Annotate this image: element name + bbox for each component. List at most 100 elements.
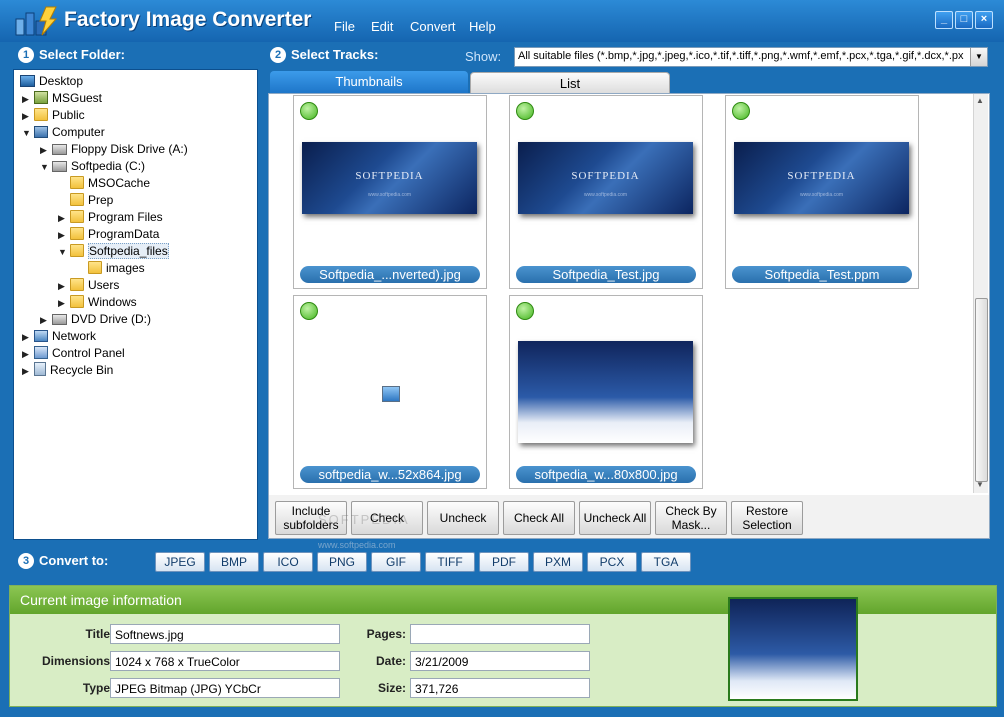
step-1-badge: 1 bbox=[18, 47, 34, 63]
tree-item-control-panel[interactable]: ▶ Control Panel bbox=[22, 345, 125, 362]
checked-icon[interactable] bbox=[300, 102, 318, 120]
date-field: 3/21/2009 bbox=[410, 651, 590, 671]
maximize-button[interactable]: □ bbox=[955, 11, 973, 29]
checked-icon[interactable] bbox=[516, 102, 534, 120]
tree-item-msguest[interactable]: ▶ MSGuest bbox=[22, 90, 102, 107]
format-tiff-button[interactable]: TIFF bbox=[425, 552, 475, 572]
format-pcx-button[interactable]: PCX bbox=[587, 552, 637, 572]
format-bmp-button[interactable]: BMP bbox=[209, 552, 259, 572]
tree-item-programdata[interactable]: ▶ ProgramData bbox=[58, 226, 159, 243]
thumbnail-card[interactable]: SOFTPEDIA www.softpedia.com Softpedia_Tes… bbox=[509, 95, 703, 289]
folder-icon bbox=[70, 278, 84, 291]
uncheck-button[interactable]: Uncheck bbox=[427, 501, 499, 535]
uncheck-all-button[interactable]: Uncheck All bbox=[579, 501, 651, 535]
checked-icon[interactable] bbox=[300, 302, 318, 320]
tree-item-users[interactable]: ▶ Users bbox=[58, 277, 119, 294]
show-filter-select[interactable]: All suitable files (*.bmp,*.jpg,*.jpeg,*… bbox=[514, 47, 988, 67]
tree-item-network[interactable]: ▶ Network bbox=[22, 328, 96, 345]
tree-item-windows[interactable]: ▶ Windows bbox=[58, 294, 137, 311]
image-placeholder-icon bbox=[382, 386, 400, 402]
format-pdf-button[interactable]: PDF bbox=[479, 552, 529, 572]
expand-arrow-icon[interactable]: ▶ bbox=[58, 227, 70, 244]
type-label: Type: bbox=[82, 681, 114, 695]
expand-arrow-icon[interactable]: ▶ bbox=[22, 91, 34, 108]
format-jpeg-button[interactable]: JPEG bbox=[155, 552, 205, 572]
scroll-thumb[interactable] bbox=[975, 298, 988, 482]
thumbnail-scrollbar[interactable]: ▲ ▼ bbox=[973, 94, 988, 493]
thumbnail-grid: SOFTPEDIA www.softpedia.com Softpedia_...… bbox=[268, 93, 990, 496]
thumbnail-caption: Softpedia_Test.jpg bbox=[516, 266, 696, 283]
restore-selection-button[interactable]: Restore Selection bbox=[731, 501, 803, 535]
pages-label: Pages: bbox=[366, 627, 406, 641]
check-all-button[interactable]: Check All bbox=[503, 501, 575, 535]
menu-help[interactable]: Help bbox=[469, 19, 496, 34]
expand-arrow-icon[interactable]: ▶ bbox=[40, 312, 52, 329]
menu-file[interactable]: File bbox=[334, 19, 355, 34]
tree-item-dvd[interactable]: ▶ DVD Drive (D:) bbox=[40, 311, 151, 328]
title-field: Softnews.jpg bbox=[110, 624, 340, 644]
collapse-arrow-icon[interactable]: ▼ bbox=[22, 125, 34, 142]
scroll-down-icon[interactable]: ▼ bbox=[976, 480, 984, 489]
folder-icon bbox=[70, 193, 84, 206]
expand-arrow-icon[interactable]: ▶ bbox=[22, 346, 34, 363]
collapse-arrow-icon[interactable]: ▼ bbox=[58, 244, 70, 261]
checked-icon[interactable] bbox=[516, 302, 534, 320]
thumbnail-caption: softpedia_w...52x864.jpg bbox=[300, 466, 480, 483]
expand-arrow-icon[interactable]: ▶ bbox=[58, 210, 70, 227]
tree-item-recycle-bin[interactable]: ▶ Recycle Bin bbox=[22, 362, 113, 379]
user-icon bbox=[34, 91, 48, 104]
minimize-button[interactable]: _ bbox=[935, 11, 953, 29]
thumbnail-card[interactable]: softpedia_w...80x800.jpg bbox=[509, 295, 703, 489]
tab-list[interactable]: List bbox=[470, 72, 670, 94]
close-button[interactable]: × bbox=[975, 11, 993, 29]
tree-item-prep[interactable]: Prep bbox=[58, 192, 113, 209]
thumbnail-caption: Softpedia_Test.ppm bbox=[732, 266, 912, 283]
collapse-arrow-icon[interactable]: ▼ bbox=[40, 159, 52, 176]
folder-tree[interactable]: Desktop ▶ MSGuest ▶ Public ▼ Computer ▶ Flop… bbox=[13, 69, 258, 540]
expand-arrow-icon[interactable]: ▶ bbox=[58, 295, 70, 312]
type-field: JPEG Bitmap (JPG) YCbCr bbox=[110, 678, 340, 698]
thumbnail-image bbox=[518, 341, 693, 443]
watermark-text: SOFTPEDIA bbox=[318, 512, 410, 527]
format-gif-button[interactable]: GIF bbox=[371, 552, 421, 572]
tree-item-softpedia-files[interactable]: ▼ Softpedia_files bbox=[58, 243, 169, 260]
dimensions-field: 1024 x 768 x TrueColor bbox=[110, 651, 340, 671]
tab-thumbnails[interactable]: Thumbnails bbox=[270, 71, 468, 93]
size-label: Size: bbox=[377, 681, 406, 695]
check-by-mask-button[interactable]: Check By Mask... bbox=[655, 501, 727, 535]
expand-arrow-icon[interactable]: ▶ bbox=[40, 142, 52, 159]
chevron-down-icon[interactable]: ▼ bbox=[970, 48, 987, 66]
expand-arrow-icon[interactable]: ▶ bbox=[22, 329, 34, 346]
menu-convert[interactable]: Convert bbox=[410, 19, 456, 34]
thumbnail-image: SOFTPEDIA www.softpedia.com bbox=[302, 142, 477, 214]
show-filter-value: All suitable files (*.bmp,*.jpg,*.jpeg,*… bbox=[518, 50, 964, 62]
dimensions-label: Dimensions: bbox=[41, 654, 114, 668]
thumbnail-card[interactable]: SOFTPEDIA www.softpedia.com Softpedia_...… bbox=[293, 95, 487, 289]
title-label: Title: bbox=[85, 627, 114, 641]
folder-icon bbox=[70, 176, 84, 189]
thumbnail-card[interactable]: SOFTPEDIA www.softpedia.com Softpedia_Tes… bbox=[725, 95, 919, 289]
tree-item-softpedia-c[interactable]: ▼ Softpedia (C:) bbox=[40, 158, 145, 175]
tree-item-public[interactable]: ▶ Public bbox=[22, 107, 85, 124]
folder-icon bbox=[88, 261, 102, 274]
tree-item-computer[interactable]: ▼ Computer bbox=[22, 124, 105, 141]
tree-item-program-files[interactable]: ▶ Program Files bbox=[58, 209, 163, 226]
format-pxm-button[interactable]: PXM bbox=[533, 552, 583, 572]
tree-item-images[interactable]: images bbox=[76, 260, 145, 277]
format-ico-button[interactable]: ICO bbox=[263, 552, 313, 572]
tree-item-floppy[interactable]: ▶ Floppy Disk Drive (A:) bbox=[40, 141, 188, 158]
tree-item-desktop[interactable]: Desktop bbox=[20, 73, 83, 90]
network-icon bbox=[34, 330, 48, 342]
menu-edit[interactable]: Edit bbox=[371, 19, 393, 34]
folder-icon bbox=[70, 227, 84, 240]
checked-icon[interactable] bbox=[732, 102, 750, 120]
thumbnail-card[interactable]: softpedia_w...52x864.jpg bbox=[293, 295, 487, 489]
expand-arrow-icon[interactable]: ▶ bbox=[22, 363, 34, 380]
format-tga-button[interactable]: TGA bbox=[641, 552, 691, 572]
drive-icon bbox=[52, 161, 67, 172]
expand-arrow-icon[interactable]: ▶ bbox=[58, 278, 70, 295]
format-png-button[interactable]: PNG bbox=[317, 552, 367, 572]
tree-item-msocache[interactable]: MSOCache bbox=[58, 175, 150, 192]
expand-arrow-icon[interactable]: ▶ bbox=[22, 108, 34, 125]
scroll-up-icon[interactable]: ▲ bbox=[976, 96, 984, 105]
